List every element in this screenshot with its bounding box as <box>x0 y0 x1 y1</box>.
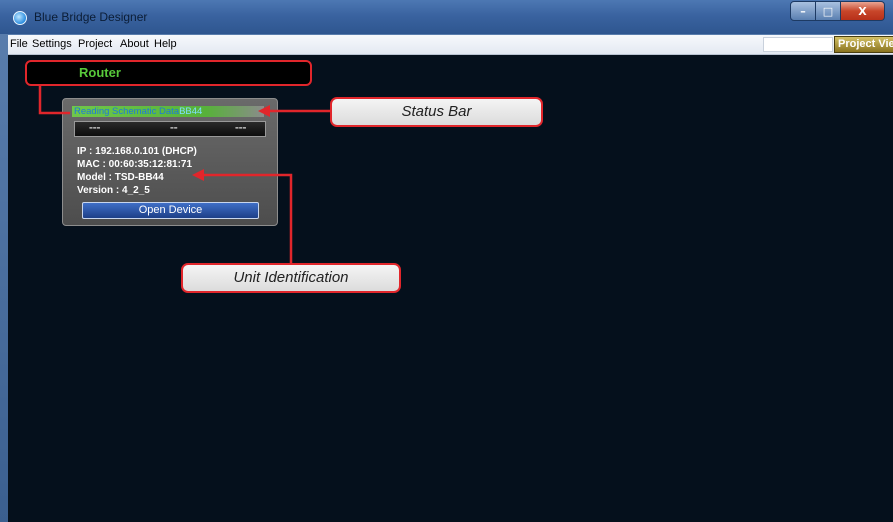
menu-bar: File Settings Project About Help Project… <box>8 35 893 55</box>
status-text: Reading Schematic DataBB44 <box>74 106 202 117</box>
search-input[interactable] <box>763 37 833 52</box>
open-device-button[interactable]: Open Device <box>82 202 259 219</box>
device-mac: MAC : 00:60:35:12:81:71 <box>77 159 193 170</box>
menu-file[interactable]: File <box>10 38 28 50</box>
device-model: Model : TSD-BB44 <box>77 172 164 183</box>
panel-detail-center: ▬▬ <box>170 125 178 130</box>
project-view-button[interactable]: Project View <box>834 36 893 53</box>
menu-help[interactable]: Help <box>154 38 177 50</box>
status-message: Reading Schematic Data <box>74 106 180 117</box>
menu-project[interactable]: Project <box>78 38 112 50</box>
panel-detail-right: ▬▬▬ <box>235 125 247 130</box>
menu-about[interactable]: About <box>120 38 149 50</box>
maximize-button[interactable]: □ <box>816 1 841 21</box>
window-controls: – □ X <box>790 1 885 21</box>
title-bar[interactable]: Blue Bridge Designer – □ X <box>0 0 893 34</box>
status-suffix: BB44 <box>179 106 203 117</box>
window-title: Blue Bridge Designer <box>34 10 148 24</box>
app-logo-icon <box>13 11 27 25</box>
panel-detail-left: ▬▬▬ <box>89 125 101 130</box>
device-card[interactable]: Reading Schematic DataBB44 ▬▬▬ ▬▬ ▬▬▬ IP… <box>62 98 278 226</box>
minimize-button[interactable]: – <box>790 1 816 21</box>
device-front-panel-image: ▬▬▬ ▬▬ ▬▬▬ <box>74 121 266 137</box>
status-bar-callout: Status Bar <box>330 97 543 127</box>
router-label: Router <box>79 65 121 80</box>
app-window: Blue Bridge Designer – □ X File Settings… <box>0 0 893 522</box>
device-ip: IP : 192.168.0.101 (DHCP) <box>77 146 197 157</box>
close-button[interactable]: X <box>841 1 885 21</box>
menu-settings[interactable]: Settings <box>32 38 72 50</box>
unit-identification-callout: Unit Identification <box>181 263 401 293</box>
device-version: Version : 4_2_5 <box>77 185 150 196</box>
router-label-box: Router <box>25 60 312 86</box>
